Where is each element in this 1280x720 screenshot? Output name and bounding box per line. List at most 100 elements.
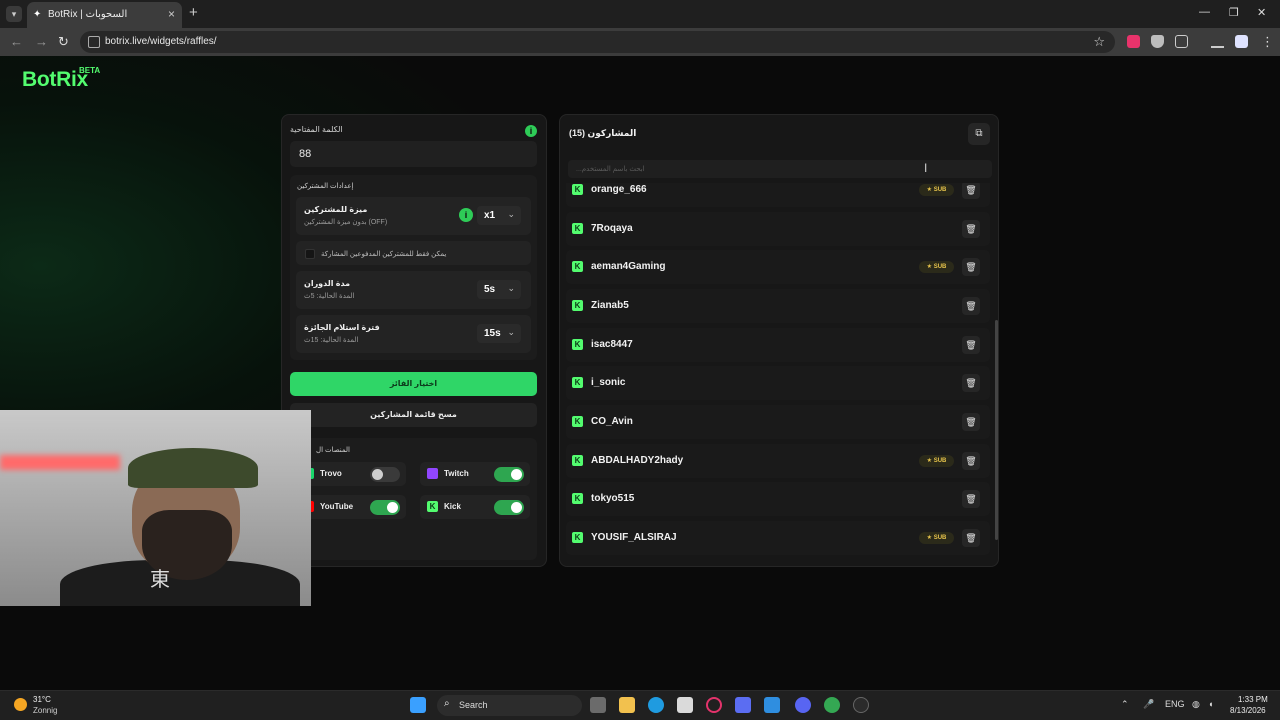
shield-extension-icon[interactable] bbox=[1151, 35, 1164, 48]
delete-icon[interactable]: 🗑 bbox=[962, 413, 980, 431]
raffle-settings-panel: الكلمة المفتاحية i 88 إعدادات المشتركين … bbox=[281, 114, 547, 567]
network-icon[interactable]: ◍ bbox=[1192, 699, 1200, 710]
volume-icon[interactable]: ◖ bbox=[1208, 699, 1213, 709]
twitch-toggle[interactable] bbox=[494, 467, 524, 482]
delete-icon[interactable]: 🗑 bbox=[962, 490, 980, 508]
close-window-button[interactable]: ✕ bbox=[1257, 6, 1266, 19]
tab-search-button[interactable]: ▾ bbox=[6, 6, 22, 22]
sub-badge: ★ SUB bbox=[919, 455, 954, 467]
bookmark-star-icon[interactable]: ☆ bbox=[1093, 34, 1105, 50]
pick-winner-label: اختيار الفائز bbox=[389, 379, 438, 388]
copy-icon[interactable]: ⧉ bbox=[968, 123, 990, 145]
list-scrollbar[interactable] bbox=[995, 320, 998, 540]
back-arrow-icon[interactable]: ← bbox=[10, 34, 23, 49]
platform-kick: K Kick bbox=[420, 495, 530, 519]
paid-only-label: يمكن فقط للمشتركين المدفوعين المشاركة bbox=[321, 251, 447, 258]
select-value: x1 bbox=[484, 210, 496, 221]
kick-icon: K bbox=[427, 501, 438, 512]
platform-name: Twitch bbox=[444, 469, 469, 478]
browser-menu-icon[interactable]: ⋮ bbox=[1261, 34, 1274, 50]
weather-sun-icon[interactable] bbox=[14, 698, 27, 711]
delete-icon[interactable]: 🗑 bbox=[962, 297, 980, 315]
delete-icon[interactable]: 🗑 bbox=[962, 529, 980, 547]
delete-icon[interactable]: 🗑 bbox=[962, 258, 980, 276]
delete-icon[interactable]: 🗑 bbox=[962, 220, 980, 238]
info-icon[interactable]: i bbox=[525, 125, 537, 137]
reload-icon[interactable]: ↻ bbox=[58, 34, 69, 50]
kick-icon: K bbox=[572, 300, 583, 311]
edge-icon[interactable] bbox=[648, 697, 664, 713]
spin-duration-subtitle: المدة الحالية: 5ث bbox=[304, 293, 355, 300]
participant-search-input[interactable]: ...ابحث باسم المستخدم I bbox=[568, 160, 992, 178]
taskbar-search[interactable]: ⌕ Search bbox=[437, 695, 582, 716]
trovo-toggle[interactable] bbox=[370, 467, 400, 482]
close-tab-icon[interactable]: × bbox=[168, 7, 175, 21]
restore-window-button[interactable]: ❐ bbox=[1229, 6, 1239, 19]
participant-row: K orange_666 ★ SUB 🗑 bbox=[566, 183, 990, 207]
language-indicator[interactable]: ENG bbox=[1165, 699, 1185, 709]
kick-toggle[interactable] bbox=[494, 500, 524, 515]
clear-participants-button[interactable]: مسح قائمة المشاركين bbox=[290, 403, 537, 427]
search-icon: ⌕ bbox=[444, 698, 450, 709]
site-info-icon[interactable] bbox=[88, 36, 100, 48]
chrome-icon[interactable] bbox=[824, 697, 840, 713]
platforms-section: المنصات ال Trovo Twitch YouTube K Kick bbox=[290, 438, 537, 560]
platform-youtube: YouTube bbox=[296, 495, 406, 519]
address-bar[interactable]: botrix.live/widgets/raffles/ ☆ bbox=[80, 31, 1115, 53]
delete-icon[interactable]: 🗑 bbox=[962, 452, 980, 470]
discord-icon[interactable] bbox=[795, 697, 811, 713]
forward-arrow-icon[interactable]: → bbox=[35, 34, 48, 49]
spin-duration-select[interactable]: 5s ⌄ bbox=[477, 280, 521, 299]
info-icon[interactable]: i bbox=[459, 208, 473, 222]
tab-title: BotRix | السحوبات bbox=[48, 9, 128, 20]
participants-panel: المشاركون (15) ⧉ ...ابحث باسم المستخدم I… bbox=[559, 114, 999, 567]
show-hidden-icons-icon[interactable]: ⌃ bbox=[1121, 699, 1129, 710]
participant-row: K aeman4Gaming ★ SUB 🗑 bbox=[566, 250, 990, 284]
kick-icon: K bbox=[572, 184, 583, 195]
kick-icon: K bbox=[572, 223, 583, 234]
minimize-window-button[interactable]: — bbox=[1199, 6, 1210, 18]
keyword-input[interactable]: 88 bbox=[290, 141, 537, 167]
participant-name: aeman4Gaming bbox=[591, 261, 666, 272]
windows-taskbar: 31°C Zonnig ⌕ Search ⌃ 🎤 ENG ◍ ◖ 1:33 PM… bbox=[0, 690, 1280, 720]
extensions-puzzle-icon[interactable] bbox=[1175, 35, 1188, 48]
youtube-toggle[interactable] bbox=[370, 500, 400, 515]
pick-winner-button[interactable]: اختيار الفائز bbox=[290, 372, 537, 396]
sub-badge-label: SUB bbox=[933, 458, 947, 464]
task-view-icon[interactable] bbox=[590, 697, 606, 713]
delete-icon[interactable]: 🗑 bbox=[962, 336, 980, 354]
select-value: 5s bbox=[484, 284, 496, 295]
sub-badge: ★ SUB bbox=[919, 184, 954, 196]
platform-name: Kick bbox=[444, 502, 461, 511]
app-icon[interactable] bbox=[735, 697, 751, 713]
platform-name: Trovo bbox=[320, 469, 342, 478]
microphone-icon[interactable]: 🎤 bbox=[1143, 699, 1154, 710]
file-explorer-icon[interactable] bbox=[619, 697, 635, 713]
obs-icon[interactable] bbox=[853, 697, 869, 713]
windows-start-icon[interactable] bbox=[410, 697, 426, 713]
kick-icon: K bbox=[572, 532, 583, 543]
botrix-logo[interactable]: BotRix bbox=[22, 68, 88, 92]
clock-date[interactable]: 8/13/2026 bbox=[1230, 706, 1266, 715]
participant-name: i_sonic bbox=[591, 377, 626, 388]
delete-icon[interactable]: 🗑 bbox=[962, 374, 980, 392]
webcam-overlay: 東 bbox=[0, 410, 311, 606]
participant-row: K YOUSIF_ALSIRAJ ★ SUB 🗑 bbox=[566, 521, 990, 555]
download-icon[interactable] bbox=[1211, 35, 1224, 48]
extension-icon[interactable] bbox=[1127, 35, 1140, 48]
opera-icon[interactable] bbox=[706, 697, 722, 713]
chevron-down-icon: ⌄ bbox=[507, 209, 515, 219]
participant-list[interactable]: K orange_666 ★ SUB 🗑 K 7Roqaya 🗑 K aeman… bbox=[566, 183, 990, 563]
delete-icon[interactable]: 🗑 bbox=[962, 183, 980, 199]
kick-icon: K bbox=[572, 377, 583, 388]
app-grid-icon[interactable] bbox=[764, 697, 780, 713]
clock-time[interactable]: 1:33 PM bbox=[1238, 695, 1268, 704]
store-icon[interactable] bbox=[677, 697, 693, 713]
claim-period-select[interactable]: 15s ⌄ bbox=[477, 324, 521, 343]
twitch-icon bbox=[427, 468, 438, 479]
paid-only-checkbox[interactable] bbox=[305, 249, 315, 259]
subscriber-multiplier-select[interactable]: x1 ⌄ bbox=[477, 206, 521, 225]
new-tab-button[interactable]: + bbox=[189, 5, 198, 21]
profile-avatar-icon[interactable] bbox=[1235, 35, 1248, 48]
browser-tab-active[interactable]: ✦ BotRix | السحوبات × bbox=[27, 2, 182, 28]
